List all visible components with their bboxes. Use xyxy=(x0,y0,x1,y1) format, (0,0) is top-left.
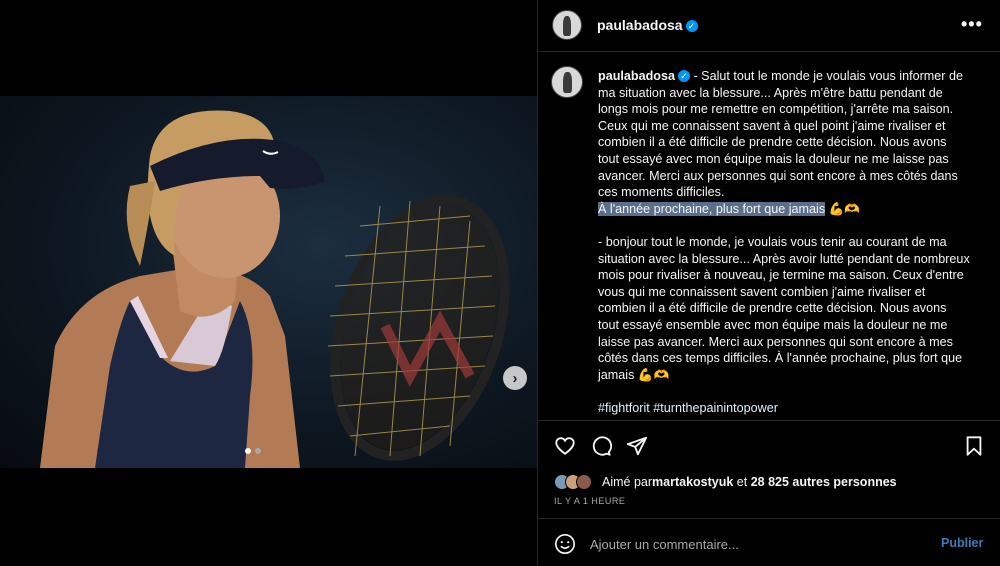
post-side-panel: paulabadosa ✓ ••• paulabadosa ✓ - Salut to… xyxy=(537,0,1000,566)
caption-emoji: 💪🫶 xyxy=(825,201,861,216)
post-photo[interactable]: › xyxy=(0,96,537,468)
caption-paragraph-1: paulabadosa ✓ - Salut tout le monde je vo… xyxy=(598,68,970,201)
author-username[interactable]: paulabadosa xyxy=(597,17,683,33)
post-caption: paulabadosa ✓ - Salut tout le monde je vo… xyxy=(598,68,970,416)
publish-button[interactable]: Publier xyxy=(941,536,983,550)
post-timestamp[interactable]: IL Y A 1 HEURE xyxy=(554,496,625,506)
caption-paragraph-2: - bonjour tout le monde, je voulais vous… xyxy=(598,234,970,382)
emoji-icon[interactable] xyxy=(554,533,576,555)
verified-badge-icon: ✓ xyxy=(685,20,698,32)
verified-badge-icon: ✓ xyxy=(677,70,690,82)
post-media: › xyxy=(0,0,537,566)
more-options-icon[interactable]: ••• xyxy=(961,14,983,35)
liked-by-others[interactable]: 28 825 autres personnes xyxy=(751,475,897,489)
liker-avatar xyxy=(576,474,592,490)
caption-hashtags[interactable]: #fightforit #turnthepainintopower xyxy=(598,400,970,417)
caption-highlight-line: À l'année prochaine, plus fort que jamai… xyxy=(598,201,970,218)
carousel-dot-active xyxy=(245,448,251,454)
share-icon[interactable] xyxy=(626,435,648,457)
bookmark-icon[interactable] xyxy=(964,435,984,457)
selected-text: À l'année prochaine, plus fort que jamai… xyxy=(598,201,826,216)
liked-by-prefix: Aimé par xyxy=(602,475,653,489)
comment-icon[interactable] xyxy=(590,435,612,457)
caption-text-1: - Salut tout le monde je voulais vous in… xyxy=(598,69,963,200)
liked-by-user[interactable]: martakostyuk xyxy=(652,475,733,489)
comment-input[interactable] xyxy=(588,533,922,555)
heart-icon[interactable] xyxy=(554,435,576,457)
carousel-indicator xyxy=(245,448,261,454)
next-slide-button[interactable]: › xyxy=(503,366,527,390)
post-header: paulabadosa ✓ ••• xyxy=(538,0,1000,52)
comment-bar: Publier xyxy=(538,518,1000,566)
caption-username[interactable]: paulabadosa xyxy=(598,69,675,83)
author-avatar[interactable] xyxy=(552,10,582,40)
tennis-player-image xyxy=(40,110,510,468)
chevron-right-icon: › xyxy=(512,369,518,387)
caption-author-avatar[interactable] xyxy=(551,66,583,98)
liked-by-joiner: et xyxy=(733,475,751,489)
post-actions: Aimé par martakostyuk et 28 825 autres p… xyxy=(538,420,1000,520)
author-username-link[interactable]: paulabadosa ✓ xyxy=(597,17,698,33)
carousel-dot xyxy=(255,448,261,454)
likes-summary: Aimé par martakostyuk et 28 825 autres p… xyxy=(554,474,897,490)
